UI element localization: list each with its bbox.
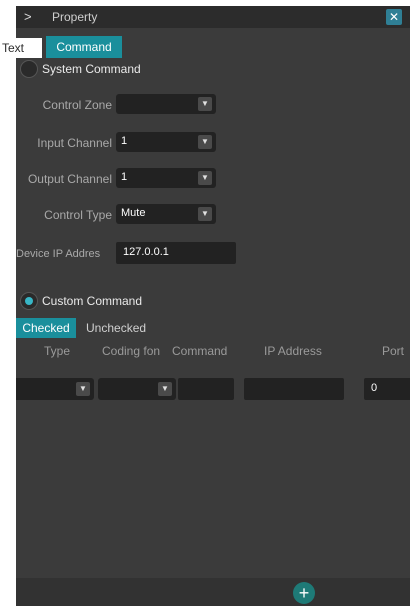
column-header-coding: Coding fon	[102, 344, 161, 358]
unchecked-toggle[interactable]: Unchecked	[86, 318, 146, 338]
chevron-down-icon: ▼	[198, 171, 212, 185]
column-header-ip: IP Address	[264, 344, 322, 358]
system-command-radio[interactable]	[20, 60, 38, 78]
device-ip-value: 127.0.0.1	[123, 246, 169, 258]
checked-toggle[interactable]: Checked	[16, 318, 76, 338]
input-channel-label: Input Channel	[37, 136, 112, 150]
control-zone-label: Control Zone	[42, 98, 112, 112]
column-header-port: Port	[382, 344, 405, 358]
chevron-down-icon: ▼	[198, 97, 212, 111]
device-ip-label: Device IP Addres	[16, 248, 101, 260]
output-channel-select[interactable]: 1 ▼	[116, 168, 216, 188]
panel-title: Property	[52, 10, 98, 24]
control-type-value: Mute	[121, 207, 146, 219]
device-ip-input[interactable]: 127.0.0.1	[116, 242, 236, 264]
chevron-down-icon: ▼	[198, 135, 212, 149]
chevron-down-icon: ▼	[76, 382, 90, 396]
system-command-label: System Command	[42, 62, 141, 76]
tab-text[interactable]: Text	[0, 38, 42, 58]
plus-icon[interactable]: +	[293, 582, 315, 604]
custom-command-radio[interactable]	[20, 292, 38, 310]
panel-footer	[16, 578, 410, 606]
panel-titlebar: > Property ✕	[16, 6, 410, 28]
input-channel-value: 1	[121, 135, 128, 147]
tab-command[interactable]: Command	[46, 36, 122, 58]
chevron-down-icon: ▼	[198, 207, 212, 221]
ip-address-input[interactable]	[244, 378, 344, 400]
control-zone-select[interactable]: ▼	[116, 94, 216, 114]
input-channel-select[interactable]: 1 ▼	[116, 132, 216, 152]
port-value: 0	[371, 382, 378, 394]
property-panel: > Property ✕ Text Command System Command…	[0, 6, 410, 606]
port-input[interactable]: 0	[364, 378, 410, 400]
chevron-down-icon: ▼	[158, 382, 172, 396]
type-select[interactable]: ▼	[16, 378, 94, 400]
column-header-command: Command	[172, 344, 228, 358]
control-type-select[interactable]: Mute ▼	[116, 204, 216, 224]
column-header-type: Type	[44, 344, 71, 358]
output-channel-value: 1	[121, 171, 128, 183]
output-channel-label: Output Channel	[27, 172, 112, 186]
chevron-right-icon[interactable]: >	[24, 9, 32, 24]
command-input[interactable]	[178, 378, 234, 400]
control-type-label: Control Type	[44, 208, 112, 222]
coding-select[interactable]: ▼	[98, 378, 176, 400]
close-icon[interactable]: ✕	[386, 9, 402, 25]
custom-command-label: Custom Command	[42, 294, 143, 308]
